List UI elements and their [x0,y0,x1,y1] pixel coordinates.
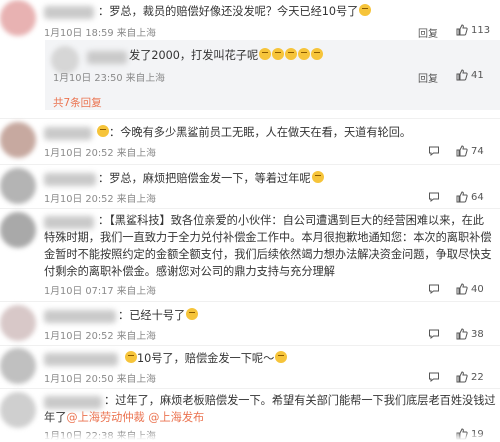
thumb-up-icon [456,283,468,295]
avatar[interactable] [0,0,36,36]
username-blurred[interactable] [44,173,96,186]
comment-meta: 1月10日 07:17 来自上海 [44,286,156,297]
avatar[interactable] [0,122,36,158]
comment-item: ：罗总，麻烦把赔偿金发一下，等着过年呢 1月10日 20:52 来自上海 64 [0,168,500,208]
smiley-emoji-icon [311,48,324,60]
username-blurred[interactable] [44,127,92,140]
username-blurred[interactable] [87,51,127,64]
comment-text: ：【黑鲨科技】致各位亲爱的小伙伴：自公司遭遇到巨大的经营困难以来，在此特殊时期，… [44,214,492,278]
comment-text: 10号了，赔偿金发一下呢～ [124,350,288,367]
comment-button[interactable] [428,371,440,383]
smiley-emoji-icon [298,48,311,60]
more-replies-link[interactable]: 共7条回复 [53,95,102,110]
comment-button[interactable] [428,145,440,157]
comment-icon [429,146,439,157]
username-blurred[interactable] [44,353,118,366]
like-count: 22 [471,371,484,383]
divider [0,164,500,165]
comment-item: ：【黑鲨科技】致各位亲爱的小伙伴：自公司遭遇到巨大的经营困难以来，在此特殊时期，… [0,212,500,300]
thumb-up-icon [456,24,468,36]
username-blurred[interactable] [44,310,116,323]
like-count: 74 [471,145,484,157]
comment-text: ：罗总，麻烦把赔偿金发一下，等着过年呢 [98,170,324,187]
avatar[interactable] [0,348,36,384]
like-button[interactable]: 40 [456,283,484,295]
comment-text: ：罗总，裁员的赔偿好像还没发呢？今天已经10号了 [98,3,372,20]
like-count: 64 [471,191,484,203]
comment-button[interactable] [428,191,440,203]
like-button[interactable]: 113 [456,24,490,36]
comment-item: ：今晚有多少黑鲨前员工无眠，人在做天在看，天道有轮回。 1月10日 20:52 … [0,122,500,162]
comment-meta: 1月10日 18:59 来自上海 [44,28,156,39]
comment-icon [429,372,439,383]
avatar[interactable] [0,168,36,204]
like-button[interactable]: 41 [456,69,484,81]
thumb-up-icon [456,328,468,340]
like-count: 40 [471,283,484,295]
smiley-emoji-icon [272,48,285,60]
comment-item: ：已经十号了 1月10日 20:52 来自上海 38 [0,305,500,345]
divider [0,388,500,389]
comment-meta: 1月10日 23:50 来自上海 [53,73,165,84]
comment-feed: ：罗总，裁员的赔偿好像还没发呢？今天已经10号了 1月10日 18:59 来自上… [0,0,500,442]
thumb-up-icon [456,69,468,81]
mention-link[interactable]: @上海发布 [148,411,204,424]
smiley-emoji-icon [275,351,288,363]
comment-text: ：已经十号了 [118,307,199,324]
smiley-emoji-icon [186,308,199,320]
like-button[interactable]: 38 [456,328,484,340]
mention-link[interactable]: @上海劳动仲裁 [66,411,144,424]
like-count: 113 [471,24,491,36]
thumb-up-icon [456,371,468,383]
comment-meta: 1月10日 20:50 来自上海 [44,374,156,385]
divider [0,118,500,119]
like-button[interactable]: 22 [456,371,484,383]
smiley-emoji-icon [311,171,324,183]
comment-button[interactable] [428,328,440,340]
divider [0,301,500,302]
smiley-emoji-icon [97,125,109,137]
like-button[interactable]: 64 [456,191,484,203]
smiley-emoji-icon [259,48,272,60]
comment-icon [429,329,439,340]
sub-reply-panel: 发了2000，打发叫花子呢 1月10日 23:50 来自上海 回复 41 共7条… [45,40,500,110]
reply-button[interactable]: 回复 [418,70,438,85]
comment-text: ：过年了，麻烦老板赔偿发一下。希望有关部门能帮一下我们底层老百姓没钱过年了@上海… [44,394,496,424]
comment-meta: 1月10日 20:52 来自上海 [44,331,156,342]
bottom-fade [0,432,500,440]
comment-meta: 1月10日 20:52 来自上海 [44,194,156,205]
divider [0,345,500,346]
comment-text: ：今晚有多少黑鲨前员工无眠，人在做天在看，天道有轮回。 [96,124,411,141]
avatar[interactable] [0,212,36,248]
smiley-emoji-icon [359,4,372,16]
comment-button[interactable] [428,283,440,295]
thumb-up-icon [456,145,468,157]
comment-item: ：罗总，裁员的赔偿好像还没发呢？今天已经10号了 1月10日 18:59 来自上… [0,0,500,40]
comment-icon [429,192,439,203]
like-count: 38 [471,328,484,340]
smiley-emoji-icon [285,48,298,60]
comment-item: 10号了，赔偿金发一下呢～ 1月10日 20:50 来自上海 22 [0,348,500,388]
thumb-up-icon [456,191,468,203]
like-button[interactable]: 74 [456,145,484,157]
like-count: 41 [471,69,484,81]
comment-icon [429,284,439,295]
avatar[interactable] [0,305,36,341]
smiley-emoji-icon [125,351,137,363]
comment-text: 发了2000，打发叫花子呢 [129,47,324,64]
avatar[interactable] [0,392,36,428]
reply-button[interactable]: 回复 [418,25,438,40]
comment-meta: 1月10日 20:52 来自上海 [44,148,156,159]
divider [0,208,500,209]
username-blurred[interactable] [44,6,94,19]
